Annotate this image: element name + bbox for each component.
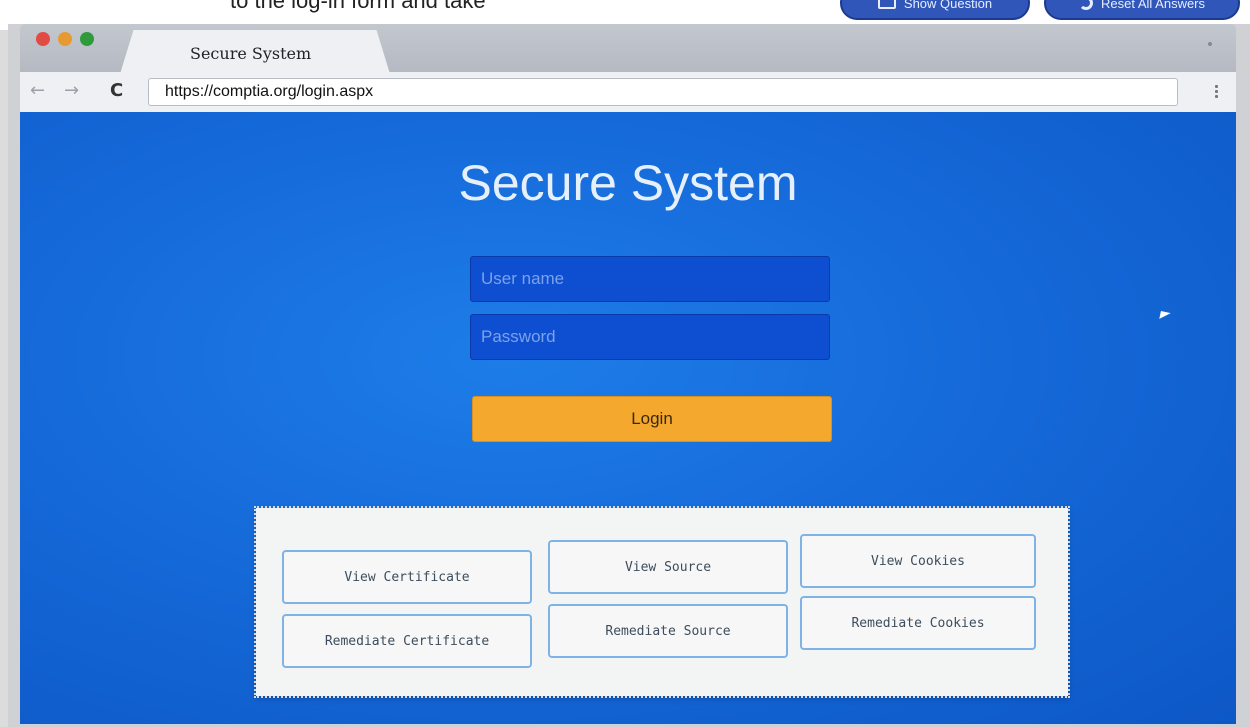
remediate-certificate-button[interactable]: Remediate Certificate bbox=[282, 614, 532, 668]
keyboard-icon bbox=[877, 0, 896, 9]
question-text-fragment: to the log-in form and take bbox=[230, 0, 486, 13]
navigation-bar: ← → C https://comptia.org/login.aspx bbox=[20, 72, 1236, 113]
browser-menu-icon[interactable] bbox=[1215, 84, 1218, 98]
reset-icon bbox=[1078, 0, 1093, 10]
reload-icon[interactable]: C bbox=[110, 80, 123, 101]
browser-window: Secure System ← → C https://comptia.org/… bbox=[20, 24, 1236, 724]
login-button[interactable]: Login bbox=[472, 396, 832, 442]
password-input[interactable] bbox=[470, 314, 830, 360]
maximize-window-icon[interactable] bbox=[80, 32, 94, 46]
minimize-window-icon[interactable] bbox=[58, 32, 72, 46]
remediate-source-button[interactable]: Remediate Source bbox=[548, 604, 788, 658]
page-title: Secure System bbox=[458, 155, 798, 211]
close-window-icon[interactable] bbox=[36, 32, 50, 46]
screen-frame: Secure System ← → C https://comptia.org/… bbox=[8, 24, 1250, 727]
forward-arrow-icon[interactable]: → bbox=[64, 80, 79, 101]
show-question-button[interactable]: Show Question bbox=[840, 0, 1030, 20]
address-bar[interactable]: https://comptia.org/login.aspx bbox=[148, 78, 1178, 106]
tab-bar: Secure System bbox=[20, 24, 1236, 74]
tabbar-corner-icon bbox=[1208, 42, 1212, 46]
username-input[interactable] bbox=[470, 256, 830, 302]
page-content: Secure System Login View Certificate Vie… bbox=[20, 112, 1236, 724]
mouse-pointer-icon bbox=[1159, 311, 1171, 321]
show-question-label: Show Question bbox=[903, 0, 993, 11]
reset-answers-label: Reset All Answers bbox=[1100, 0, 1206, 11]
reset-all-answers-button[interactable]: Reset All Answers bbox=[1044, 0, 1240, 20]
tab-title: Secure System bbox=[190, 44, 312, 63]
browser-tab[interactable]: Secure System bbox=[120, 30, 390, 74]
view-cookies-button[interactable]: View Cookies bbox=[800, 534, 1036, 588]
remediate-cookies-button[interactable]: Remediate Cookies bbox=[800, 596, 1036, 650]
view-certificate-button[interactable]: View Certificate bbox=[282, 550, 532, 604]
back-arrow-icon[interactable]: ← bbox=[30, 80, 45, 101]
view-source-button[interactable]: View Source bbox=[548, 540, 788, 594]
url-text: https://comptia.org/login.aspx bbox=[165, 83, 374, 100]
options-panel: View Certificate View Source View Cookie… bbox=[254, 506, 1070, 698]
